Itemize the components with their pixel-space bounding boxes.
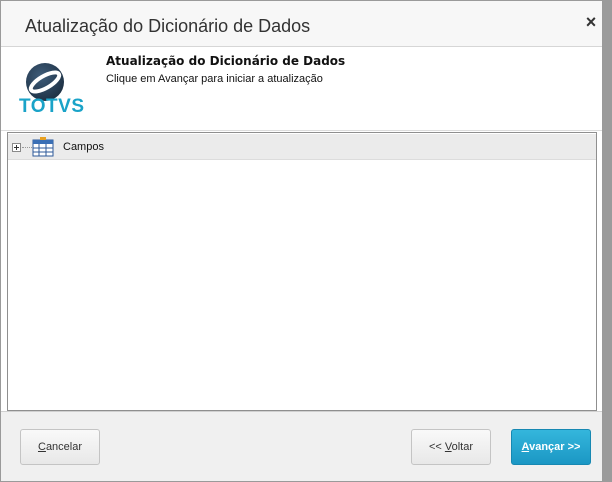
- next-mnemonic: A: [521, 441, 530, 453]
- tree-view[interactable]: Campos: [7, 132, 597, 411]
- logo-text: TOTVS: [19, 96, 85, 117]
- next-button[interactable]: Avançar >>: [511, 429, 591, 465]
- cancel-mnemonic: C: [37, 441, 46, 453]
- table-icon: [32, 137, 54, 157]
- tree-item-label: Campos: [63, 141, 104, 153]
- close-icon[interactable]: ×: [583, 13, 599, 31]
- background-right-strip: [602, 0, 612, 482]
- expand-plus-icon[interactable]: [12, 143, 21, 152]
- back-prefix: <<: [428, 441, 445, 453]
- window-title: Atualização do Dicionário de Dados: [25, 16, 311, 36]
- wizard-header: TOTVS Atualização do Dicionário de Dados…: [1, 48, 602, 131]
- back-mnemonic: V: [444, 441, 452, 453]
- header-subtitle: Clique em Avançar para iniciar a atualiz…: [106, 73, 323, 85]
- cancel-button[interactable]: Cancelar: [20, 429, 100, 465]
- header-title: Atualização do Dicionário de Dados: [106, 54, 346, 68]
- back-label: oltar: [451, 441, 474, 453]
- tree-connector: [22, 147, 32, 148]
- back-button[interactable]: << Voltar: [411, 429, 491, 465]
- tree-item-campos[interactable]: Campos: [8, 134, 596, 160]
- next-label: vançar >>: [529, 441, 581, 453]
- dialog-window: Atualização do Dicionário de Dados × TOT…: [0, 0, 603, 482]
- title-bar: Atualização do Dicionário de Dados ×: [1, 1, 602, 47]
- cancel-label: ancelar: [45, 441, 83, 453]
- wizard-footer: Cancelar << Voltar Avançar >>: [1, 411, 602, 481]
